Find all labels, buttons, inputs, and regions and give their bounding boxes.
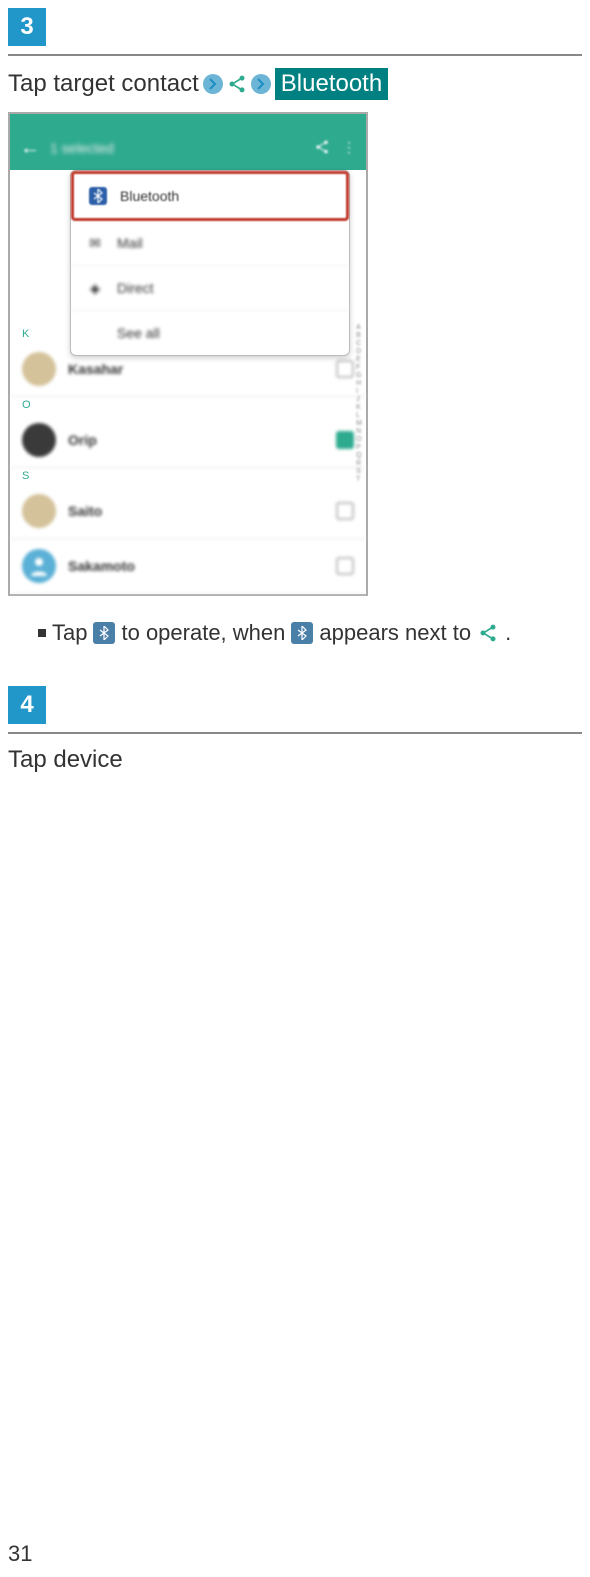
instruction-text: Tap device	[8, 746, 123, 774]
header-title: 1 selected	[50, 140, 114, 156]
popup-label: Mail	[117, 235, 143, 251]
bluetooth-icon	[291, 622, 313, 644]
avatar	[22, 352, 56, 386]
contact-name: Kasahar	[68, 361, 123, 377]
step-4-section: 4 Tap device	[8, 686, 582, 774]
share-icon	[477, 622, 499, 644]
instruction-text: Tap target contact	[8, 70, 199, 98]
menu-icon[interactable]: ⋮	[342, 139, 356, 158]
step-number-3: 3	[8, 8, 46, 46]
avatar	[22, 423, 56, 457]
bullet-list: Tap to operate, when appears next to .	[38, 620, 582, 646]
direct-icon: ◈	[85, 278, 105, 298]
contact-checkbox[interactable]	[336, 431, 354, 449]
popup-label: Bluetooth	[120, 188, 179, 204]
alpha-index[interactable]: ABCDEFGHIJKLMNOPQRST	[356, 324, 362, 483]
arrow-right-icon	[251, 74, 271, 94]
status-bar	[10, 114, 366, 126]
contact-row[interactable]: Orip	[10, 413, 366, 468]
step-3-section: 3 Tap target contact Bluetooth ← 1 selec…	[8, 8, 582, 646]
contact-name: Saito	[68, 503, 102, 519]
bullet-text: .	[505, 620, 511, 646]
bullet-text: appears next to	[319, 620, 471, 646]
share-popup: Bluetooth ✉ Mail ◈ Direct See all	[70, 170, 350, 356]
avatar	[22, 549, 56, 583]
app-header: ← 1 selected ⋮	[10, 126, 366, 170]
bullet-text: to operate, when	[121, 620, 285, 646]
contact-checkbox[interactable]	[336, 502, 354, 520]
contact-row[interactable]: Sakamoto	[10, 539, 366, 594]
contact-row[interactable]: Saito	[10, 484, 366, 539]
share-icon	[227, 74, 247, 94]
contact-checkbox[interactable]	[336, 360, 354, 378]
step-3-instruction: Tap target contact Bluetooth	[8, 68, 582, 100]
bluetooth-icon	[93, 622, 115, 644]
popup-item-see-all[interactable]: See all	[71, 311, 349, 355]
divider	[8, 54, 582, 56]
contact-checkbox[interactable]	[336, 557, 354, 575]
popup-item-direct[interactable]: ◈ Direct	[71, 266, 349, 311]
popup-item-bluetooth[interactable]: Bluetooth	[71, 171, 349, 221]
back-arrow-icon[interactable]: ←	[20, 137, 40, 160]
index-letter: O	[10, 397, 366, 413]
bullet-item: Tap to operate, when appears next to .	[38, 620, 582, 646]
bullet-text: Tap	[52, 620, 87, 646]
embedded-screenshot: ← 1 selected ⋮ Bluetooth ✉ Mail	[8, 112, 368, 596]
arrow-right-icon	[203, 74, 223, 94]
step-4-instruction: Tap device	[8, 746, 582, 774]
index-letter: S	[10, 468, 366, 484]
header-actions: ⋮	[314, 139, 356, 158]
avatar	[22, 494, 56, 528]
contact-name: Orip	[68, 432, 97, 448]
step-number-4: 4	[8, 686, 46, 724]
contacts-list: K Kasahar O Orip S Saito	[10, 326, 366, 594]
contact-name: Sakamoto	[68, 558, 135, 574]
popup-item-mail[interactable]: ✉ Mail	[71, 221, 349, 266]
page-number: 31	[8, 1541, 32, 1567]
mail-icon: ✉	[85, 233, 105, 253]
popup-label: See all	[117, 325, 160, 341]
divider	[8, 732, 582, 734]
popup-label: Direct	[117, 280, 154, 296]
share-icon-header[interactable]	[314, 139, 330, 158]
see-all-icon	[85, 323, 105, 343]
bullet-marker-icon	[38, 629, 46, 637]
bluetooth-icon	[88, 186, 108, 206]
bluetooth-label: Bluetooth	[275, 68, 388, 100]
